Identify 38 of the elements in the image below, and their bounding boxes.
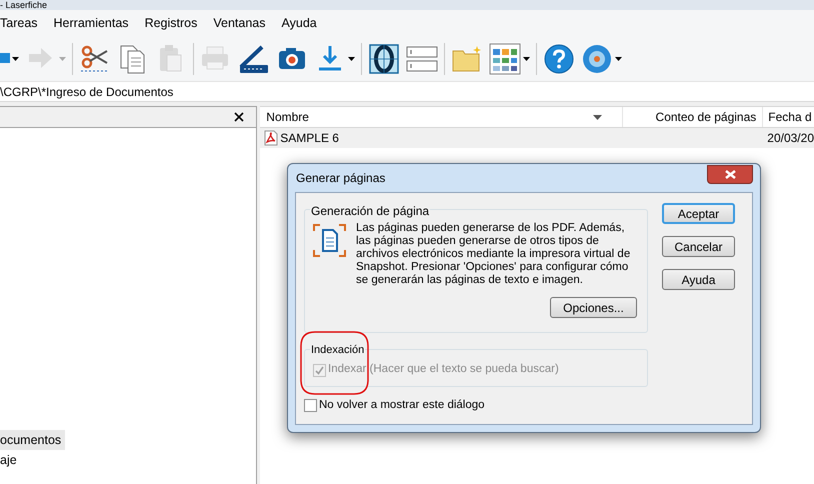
dialog-button[interactable]: Ayuda [662,269,735,290]
menu-item[interactable]: Tareas [0,14,46,32]
column-header[interactable]: Conteo de páginas [656,108,756,126]
close-icon [724,170,736,178]
column-header[interactable]: Nombre [266,108,309,126]
tree-item[interactable]: aje [0,450,21,470]
dialog-button[interactable]: Aceptar [662,203,735,224]
dropdown-caret-icon[interactable] [615,56,622,60]
dropdown-caret-icon[interactable] [348,56,355,60]
checkbox[interactable] [304,399,317,412]
pdf-file-icon [264,130,278,146]
dropdown-caret-icon[interactable] [523,56,530,60]
table-cell-text: SAMPLE 6 [280,130,339,147]
menu-item[interactable]: Herramientas [46,14,137,32]
help-icon[interactable] [543,42,575,74]
window-title: - Laserfiche [0,0,48,10]
menu-item[interactable]: Ventanas [205,14,274,32]
close-icon[interactable] [234,112,244,122]
breadcrumb-path: \CGRP\*Ingreso de Documentos [0,84,174,100]
tree-item[interactable]: ocumentos [0,430,66,450]
options-button[interactable]: Opciones... [550,297,637,318]
sort-arrow-icon [593,114,602,120]
column-header[interactable]: Fecha d [768,108,812,126]
dropdown-caret-icon[interactable] [12,56,19,60]
dialog-title: Generar páginas [295,170,386,187]
scanner-icon[interactable] [238,42,270,74]
checkbox-label: Indexar (Hacer que el texto se pueda buscar) [328,362,559,378]
table-row[interactable]: SAMPLE 6 20/03/20 [260,128,814,148]
checkbox-label: No volver a mostrar este diálogo [319,398,485,413]
menu-item[interactable]: Registros [136,14,206,32]
table-cell: 20/03/20 [767,131,814,145]
close-button[interactable] [707,164,753,184]
ocr-icon[interactable] [368,42,400,74]
document-icon [313,224,346,257]
grid-icon[interactable] [489,42,521,74]
dialog-button[interactable]: Cancelar [662,236,735,257]
menu-item[interactable]: Ayuda [274,14,325,32]
description-text: Las páginas pueden generarse de los PDF. Además, las páginas pueden generarse de otros tipos de archivos electrónicos mediante la impresora virtual de Snapshot. Presionar 'Opciones' para configurar cómo se generarán las páginas de texto e imagen. [356,222,632,287]
